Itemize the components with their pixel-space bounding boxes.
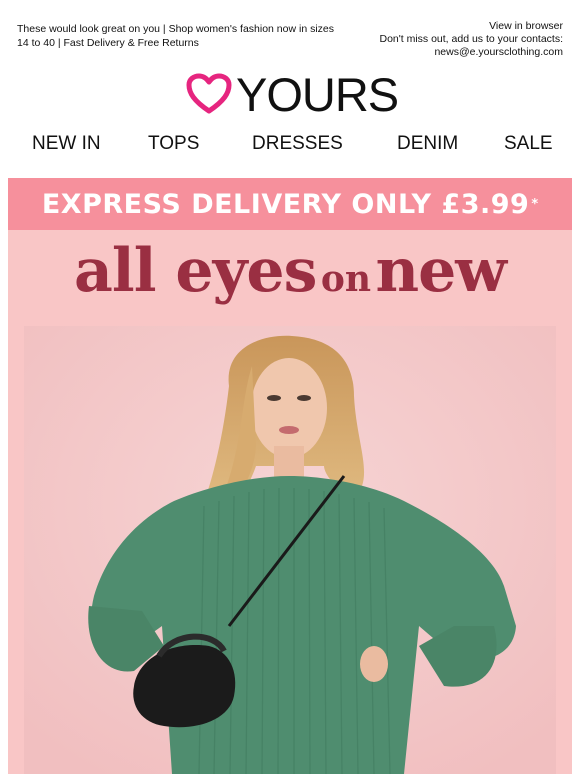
yours-logo[interactable]: YOURS	[186, 66, 399, 122]
nav-item-denim[interactable]: DENIM	[397, 133, 458, 155]
headline-all-eyes: all eyes	[74, 236, 317, 306]
view-in-browser-link[interactable]: View in browser	[323, 20, 563, 33]
nav-item-dresses[interactable]: DRESSES	[252, 133, 343, 155]
nav-item-tops[interactable]: TOPS	[148, 133, 199, 155]
hero-panel[interactable]: EXPRESS DELIVERY ONLY £3.99 * all eyes on…	[8, 178, 572, 774]
hero-product-image[interactable]	[24, 326, 556, 774]
header-links: View in browser Don't miss out, add us t…	[323, 20, 563, 59]
preheader-text: These would look great on you | Shop wom…	[17, 23, 334, 49]
headline-new: new	[375, 236, 506, 306]
add-contacts-text: Don't miss out, add us to your contacts:	[379, 33, 563, 45]
model-illustration	[24, 326, 556, 774]
express-delivery-banner[interactable]: EXPRESS DELIVERY ONLY £3.99 *	[8, 178, 572, 230]
logo-wordmark: YOURS	[236, 67, 399, 121]
headline-on: on	[320, 258, 372, 300]
nav-item-new-in[interactable]: NEW IN	[32, 133, 101, 155]
main-nav: NEW IN TOPS DRESSES DENIM SALE	[0, 133, 580, 159]
sender-email-link[interactable]: news@e.yoursclothing.com	[323, 46, 563, 59]
heart-icon	[186, 73, 232, 114]
hero-headline: all eyes on new	[8, 236, 572, 320]
nav-item-sale[interactable]: SALE	[504, 133, 553, 155]
banner-text: EXPRESS DELIVERY ONLY £3.99	[41, 188, 530, 220]
banner-asterisk: *	[531, 196, 539, 212]
